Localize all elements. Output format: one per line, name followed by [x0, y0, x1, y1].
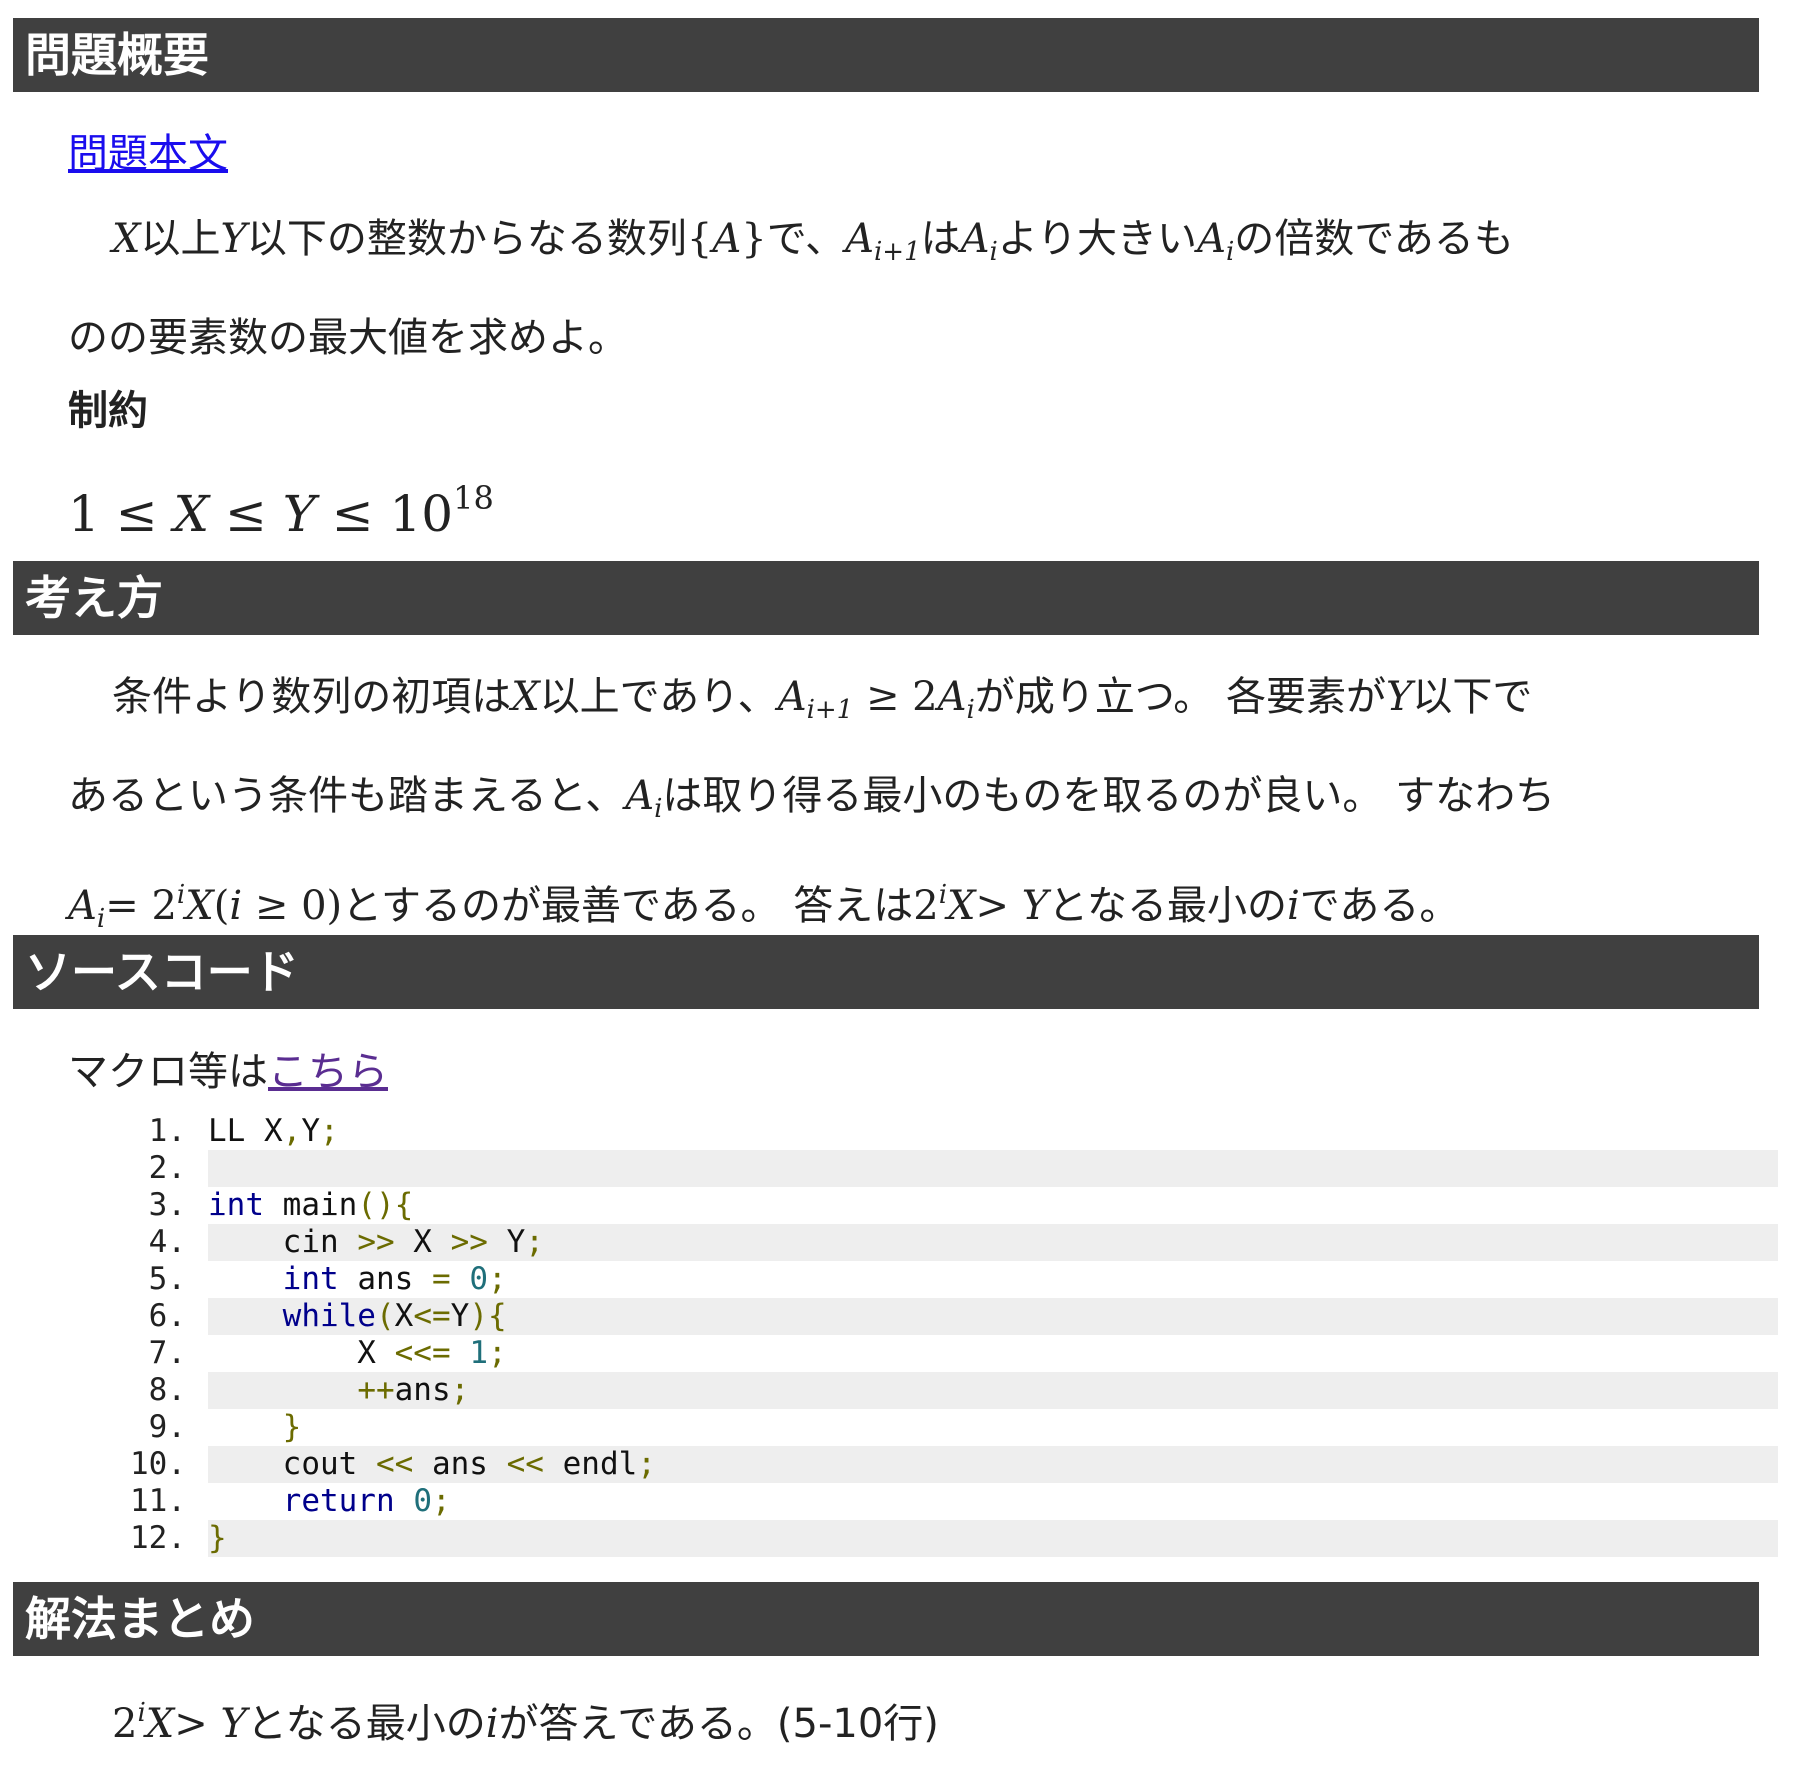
text: 条件より数列の初項は [112, 674, 512, 720]
code-block: 1. LL X,Y; 2. 3. int main(){ 4. cin >> X >… [118, 1113, 1778, 1557]
text: が答えである。(5-10行) [498, 1701, 939, 1747]
problem-summary-line1: X以上Y以下の整数からなる数列{A}で、Ai+1はAiより大きいAiの倍数である… [68, 196, 1768, 295]
math-a-i-plus-1: Ai+1 [845, 216, 921, 267]
approach-text: 条件より数列の初項はX以上であり、Ai+1 ≥ 2Aiが成り立つ。 各要素がY以… [68, 654, 1768, 962]
line-number: 5. [148, 1261, 186, 1297]
math-y: Y [220, 216, 247, 262]
code-text: while(X<=Y){ [208, 1298, 1778, 1335]
line-number: 1. [148, 1113, 186, 1149]
code-line: 5. int ans = 0; [118, 1261, 1778, 1298]
text: 以下で [1412, 674, 1533, 720]
code-line: 2. [118, 1150, 1778, 1187]
section-header-overview: 問題概要 [13, 18, 1759, 92]
text: 以上 [140, 216, 221, 262]
line-number: 9. [148, 1409, 186, 1445]
code-line: 11. return 0; [118, 1483, 1778, 1520]
line-number: 3. [148, 1187, 186, 1223]
math-seq: {A} [686, 216, 767, 262]
code-text: return 0; [282, 1483, 451, 1519]
code-text: int ans = 0; [282, 1261, 507, 1297]
constraints-label: 制約 [68, 388, 148, 434]
text: マクロ等は [68, 1049, 268, 1095]
line-number: 2. [148, 1150, 186, 1186]
line-number: 8. [148, 1372, 186, 1408]
text: より大きい [997, 216, 1198, 262]
code-text: ++ans; [208, 1372, 1778, 1409]
text: とするのが最善である。 答えは [342, 883, 914, 929]
math-i: i [1286, 883, 1300, 929]
code-line: 6. while(X<=Y){ [118, 1298, 1778, 1335]
constraints-formula: 1 ≤ X ≤ Y ≤ 1018 [68, 479, 494, 543]
line-number: 11. [130, 1483, 186, 1519]
text: は [920, 216, 961, 262]
text: となる最小の [1048, 883, 1287, 929]
approach-line1: 条件より数列の初項はX以上であり、Ai+1 ≥ 2Aiが成り立つ。 各要素がY以… [68, 654, 1768, 753]
line-number: 7. [148, 1335, 186, 1371]
text: は取り得る最小のものを取るのが良い。 すなわち [662, 773, 1556, 819]
text: が成り立つ。 各要素が [974, 674, 1386, 720]
line-number: 4. [148, 1224, 186, 1260]
code-line: 7. X <<= 1; [118, 1335, 1778, 1372]
line-number: 6. [148, 1298, 186, 1334]
line-number: 10. [130, 1446, 186, 1482]
section-header-source: ソースコード [13, 935, 1759, 1009]
text: で、 [766, 216, 846, 262]
summary-text: 2iX> Yとなる最小のiが答えである。(5-10行) [68, 1670, 1796, 1767]
math-y: Y [1385, 674, 1413, 720]
code-line: 4. cin >> X >> Y; [118, 1224, 1778, 1261]
text: である。 [1299, 883, 1460, 929]
math-condition: 2iX> Y [913, 880, 1049, 929]
code-text: } [282, 1409, 302, 1445]
code-line: 1. LL X,Y; [118, 1113, 1778, 1150]
line-number: 12. [130, 1520, 186, 1556]
text: あるという条件も踏まえると、 [68, 773, 626, 819]
problem-summary: X以上Y以下の整数からなる数列{A}で、Ai+1はAiより大きいAiの倍数である… [68, 196, 1768, 381]
math-a-i: Ai [960, 216, 998, 267]
section-header-approach: 考え方 [13, 561, 1759, 635]
math-a-i: Ai [1197, 216, 1235, 267]
code-line: 8. ++ans; [118, 1372, 1778, 1409]
math-x: X [112, 216, 141, 262]
text: の倍数であるも [1234, 216, 1514, 262]
macro-line: マクロ等はこちら [68, 1029, 1768, 1115]
problem-statement-link[interactable]: 問題本文 [68, 131, 228, 177]
math-x: X [511, 674, 540, 720]
code-text: cin >> X >> Y; [208, 1224, 1778, 1261]
code-text: } [208, 1520, 1778, 1557]
code-line: 12.} [118, 1520, 1778, 1557]
math-condition: 2iX> Y [112, 1698, 247, 1747]
math-ineq: Ai+1 ≥ 2Ai [777, 674, 975, 725]
text: 以上であり、 [539, 674, 778, 720]
code-text [208, 1150, 1778, 1187]
code-text: int main(){ [208, 1187, 414, 1223]
text: 以下の整数からなる数列 [246, 216, 687, 262]
text: となる最小の [246, 1701, 486, 1747]
section-header-summary: 解法まとめ [13, 1582, 1759, 1656]
code-line: 3. int main(){ [118, 1187, 1778, 1224]
math-i: i [485, 1701, 499, 1747]
code-text: LL X,Y; [208, 1113, 339, 1149]
math-a-i: Ai [625, 773, 663, 824]
code-text: cout << ans << endl; [208, 1446, 1778, 1483]
math-formula: Ai= 2iX(i ≥ 0) [68, 880, 343, 934]
code-text: X <<= 1; [208, 1335, 507, 1371]
approach-line2: あるという条件も踏まえると、Aiは取り得る最小のものを取るのが良い。 すなわち [68, 753, 1768, 852]
macro-link[interactable]: こちら [268, 1049, 388, 1095]
code-line: 10. cout << ans << endl; [118, 1446, 1778, 1483]
problem-link-line: 問題本文 [68, 111, 1768, 197]
code-line: 9. } [118, 1409, 1778, 1446]
